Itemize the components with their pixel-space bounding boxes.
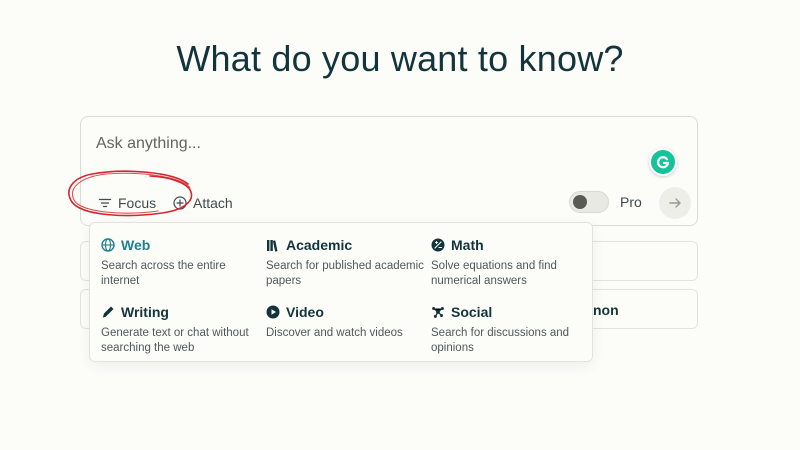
focus-option-social[interactable]: Social Search for discussions and opinio…: [431, 303, 591, 356]
focus-option-math[interactable]: Math Solve equations and find numerical …: [431, 236, 591, 289]
attach-label: Attach: [193, 195, 233, 211]
page-title: What do you want to know?: [176, 38, 624, 79]
option-label: Academic: [286, 237, 353, 253]
globe-icon: [101, 238, 115, 252]
focus-option-writing[interactable]: Writing Generate text or chat without se…: [101, 303, 261, 356]
option-description: Search for discussions and opinions: [431, 327, 570, 354]
search-input[interactable]: [96, 135, 596, 153]
plus-circle-icon: [173, 196, 187, 210]
play-icon: [266, 305, 280, 319]
option-description: Search across the entire internet: [101, 260, 226, 287]
focus-label: Focus: [118, 195, 157, 211]
toggle-knob: [573, 195, 587, 209]
focus-option-video[interactable]: Video Discover and watch videos: [266, 303, 426, 341]
option-label: Video: [286, 304, 324, 320]
attach-button[interactable]: Attach: [173, 193, 233, 213]
filter-icon: [98, 198, 112, 208]
option-label: Math: [451, 237, 484, 253]
math-icon: [431, 238, 445, 252]
books-icon: [267, 240, 278, 252]
option-description: Search for published academic papers: [266, 260, 424, 287]
option-label: Social: [451, 304, 493, 320]
option-label: Writing: [121, 304, 169, 320]
focus-option-academic[interactable]: Academic Search for published academic p…: [266, 236, 426, 289]
focus-button[interactable]: Focus: [98, 193, 156, 213]
focus-option-web[interactable]: Web Search across the entire internet: [101, 236, 261, 289]
pencil-icon: [102, 306, 114, 318]
option-label: Web: [121, 237, 151, 253]
suggestion-card-text: non: [593, 302, 619, 318]
network-icon: [432, 307, 444, 318]
search-box: Focus Attach Pro: [80, 116, 698, 226]
pro-toggle[interactable]: [569, 191, 609, 213]
arrow-right-icon: [669, 198, 681, 208]
option-description: Solve equations and find numerical answe…: [431, 260, 557, 287]
submit-button[interactable]: [659, 187, 691, 219]
focus-dropdown: Web Search across the entire internet Ac…: [89, 222, 593, 362]
pro-label: Pro: [620, 194, 642, 210]
option-description: Generate text or chat without searching …: [101, 327, 249, 354]
option-description: Discover and watch videos: [266, 327, 403, 339]
grammarly-icon[interactable]: [649, 148, 677, 176]
